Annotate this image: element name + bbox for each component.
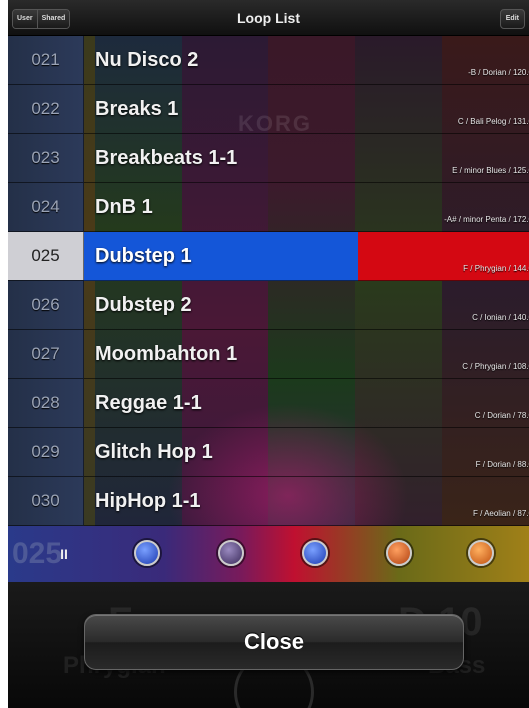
loop-info: F / Phrygian / 144.0 xyxy=(463,264,529,273)
loop-number: 030 xyxy=(8,477,84,525)
loop-number: 028 xyxy=(8,379,84,427)
loop-info: C / Ionian / 140.0 xyxy=(472,313,529,322)
list-item[interactable]: 027 Moombahton 1 C / Phrygian / 108.0 xyxy=(8,330,529,379)
list-item[interactable]: 022 Breaks 1 C / Bali Pelog / 131.0 xyxy=(8,85,529,134)
loop-name: DnB 1 xyxy=(95,196,153,218)
close-button[interactable]: Close xyxy=(84,614,464,670)
part-pad-2[interactable] xyxy=(218,540,244,566)
loop-info: -A# / minor Penta / 172.0 xyxy=(444,215,529,224)
loop-info: F / Aeolian / 87.0 xyxy=(472,509,529,518)
loop-number: 021 xyxy=(8,36,84,84)
list-item[interactable]: 029 Glitch Hop 1 F / Dorian / 88.0 xyxy=(8,428,529,477)
loop-info: E / minor Blues / 125.0 xyxy=(452,166,529,175)
transport-bar: 025 II xyxy=(8,526,529,582)
loop-list-screen: User Shared Loop List Edit KORG 021 Nu D… xyxy=(8,0,529,708)
top-bar: User Shared Loop List Edit xyxy=(8,0,529,36)
loop-name: Nu Disco 2 xyxy=(95,49,199,71)
loop-name: Dubstep 1 xyxy=(95,245,192,267)
loop-number: 022 xyxy=(8,85,84,133)
loop-name: Breaks 1 xyxy=(95,98,179,120)
bottom-panel: F D 10 Phrygian Bass Close xyxy=(8,582,529,708)
loop-number: 026 xyxy=(8,281,84,329)
loop-number: 029 xyxy=(8,428,84,476)
loop-number: 027 xyxy=(8,330,84,378)
list-item-selected[interactable]: 025 Dubstep 1 F / Phrygian / 144.0 xyxy=(8,232,529,281)
loop-number: 023 xyxy=(8,134,84,182)
edit-button[interactable]: Edit xyxy=(499,9,525,29)
loop-name: Glitch Hop 1 xyxy=(95,441,213,463)
loop-name: Dubstep 2 xyxy=(95,294,192,316)
list-item[interactable]: 023 Breakbeats 1-1 E / minor Blues / 125… xyxy=(8,134,529,183)
loop-number: 025 xyxy=(8,232,84,280)
part-pad-1[interactable] xyxy=(134,540,160,566)
loop-name: Moombahton 1 xyxy=(95,343,238,365)
loop-list[interactable]: KORG 021 Nu Disco 2 -B / Dorian / 120.0 … xyxy=(8,36,529,526)
loop-info: C / Dorian / 78.0 xyxy=(474,411,529,420)
part-pad-3[interactable] xyxy=(302,540,328,566)
list-item[interactable]: 026 Dubstep 2 C / Ionian / 140.0 xyxy=(8,281,529,330)
loop-info: F / Dorian / 88.0 xyxy=(475,460,529,469)
loop-name: Breakbeats 1-1 xyxy=(95,147,238,169)
loop-info: C / Bali Pelog / 131.0 xyxy=(457,117,529,126)
loop-info: -B / Dorian / 120.0 xyxy=(468,68,529,77)
loop-info: C / Phrygian / 108.0 xyxy=(462,362,529,371)
loop-name: HipHop 1-1 xyxy=(95,490,201,512)
list-item[interactable]: 021 Nu Disco 2 -B / Dorian / 120.0 xyxy=(8,36,529,85)
list-item[interactable]: 028 Reggae 1-1 C / Dorian / 78.0 xyxy=(8,379,529,428)
part-pad-5[interactable] xyxy=(468,540,494,566)
pause-icon[interactable]: II xyxy=(54,544,74,564)
list-item[interactable]: 030 HipHop 1-1 F / Aeolian / 87.0 xyxy=(8,477,529,526)
list-item[interactable]: 024 DnB 1 -A# / minor Penta / 172.0 xyxy=(8,183,529,232)
part-pad-4[interactable] xyxy=(386,540,412,566)
loop-number: 024 xyxy=(8,183,84,231)
loop-name: Reggae 1-1 xyxy=(95,392,202,414)
page-title: Loop List xyxy=(237,10,300,26)
